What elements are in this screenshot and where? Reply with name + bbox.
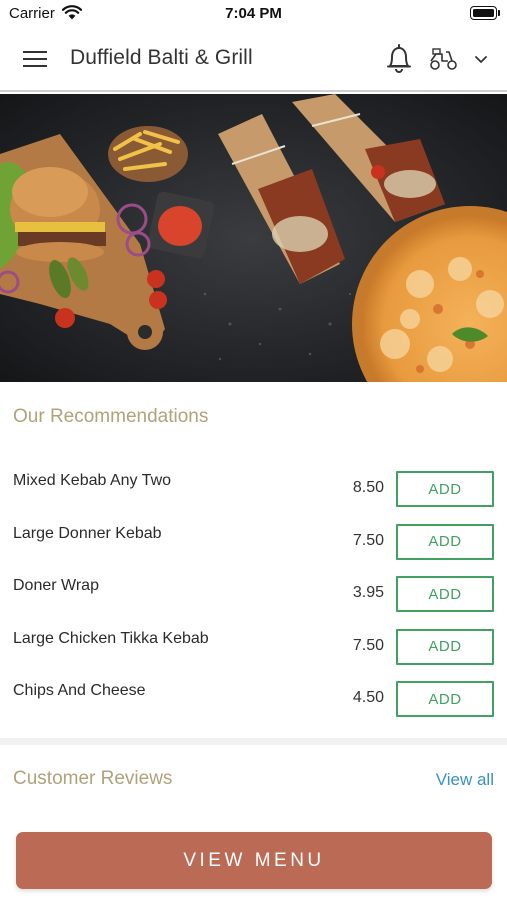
scooter-icon xyxy=(430,48,457,70)
food-photo xyxy=(0,94,507,382)
item-name: Mixed Kebab Any Two xyxy=(13,472,172,489)
section-divider xyxy=(0,738,507,745)
item-name: Chips And Cheese xyxy=(13,682,146,699)
list-item: Mixed Kebab Any Two 8.50 ADD xyxy=(0,464,507,517)
list-item: Doner Wrap 3.95 ADD xyxy=(0,569,507,622)
add-button[interactable]: ADD xyxy=(396,628,494,665)
add-button[interactable]: ADD xyxy=(396,576,494,612)
list-item: Large Chicken Tikka Kebab 7.50 ADD xyxy=(0,622,507,675)
view-menu-button[interactable]: VIEW MENU xyxy=(16,832,492,889)
hamburger-menu-icon[interactable] xyxy=(22,46,48,72)
reviews-heading: Customer Reviews xyxy=(13,768,173,789)
bell-icon[interactable] xyxy=(384,42,414,76)
item-name: Large Chicken Tikka Kebab xyxy=(13,629,209,647)
battery-icon xyxy=(470,6,500,20)
delivery-mode-selector[interactable] xyxy=(428,46,492,74)
recommendations-heading: Our Recommendations xyxy=(13,406,209,427)
item-price: 7.50 xyxy=(352,636,384,654)
status-bar: Carrier 7:04 PM xyxy=(0,0,507,28)
recommendations-list: Mixed Kebab Any Two 8.50 ADD Large Donne… xyxy=(0,464,507,727)
item-price: 4.50 xyxy=(352,689,384,706)
item-name: Large Donner Kebab xyxy=(13,524,162,542)
restaurant-title: Duffield Balti & Grill xyxy=(70,46,253,69)
chevron-down-icon xyxy=(475,56,487,63)
item-price: 8.50 xyxy=(352,479,384,496)
view-all-reviews-link[interactable]: View all xyxy=(436,770,494,790)
add-button[interactable]: ADD xyxy=(396,523,494,560)
add-button[interactable]: ADD xyxy=(396,471,494,507)
clock: 7:04 PM xyxy=(225,5,282,22)
list-item: Chips And Cheese 4.50 ADD xyxy=(0,674,507,727)
add-button[interactable]: ADD xyxy=(396,681,494,717)
item-price: 3.95 xyxy=(352,584,384,601)
item-name: Doner Wrap xyxy=(13,577,99,594)
app-header: Duffield Balti & Grill xyxy=(0,28,507,92)
list-item: Large Donner Kebab 7.50 ADD xyxy=(0,517,507,570)
item-price: 7.50 xyxy=(352,531,384,549)
hero-food-banner xyxy=(0,94,507,382)
